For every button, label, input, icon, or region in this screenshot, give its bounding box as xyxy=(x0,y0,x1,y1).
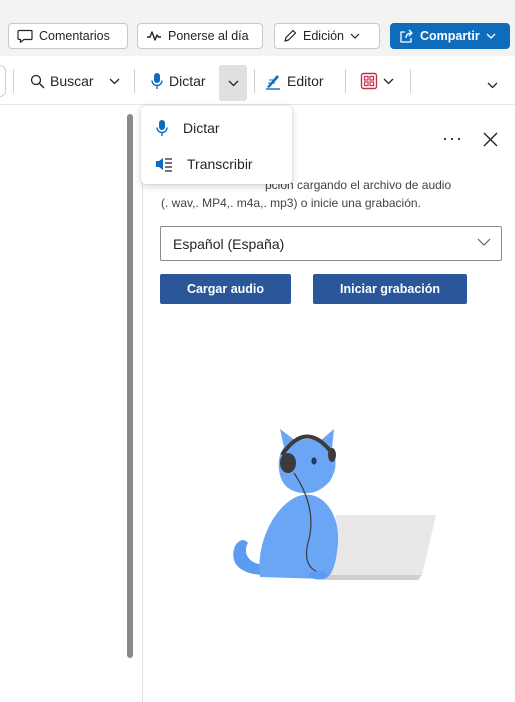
comment-icon xyxy=(17,29,33,43)
ribbon-separator xyxy=(410,69,411,93)
ribbon-separator xyxy=(345,69,346,93)
menu-item-label: Dictar xyxy=(183,120,220,136)
top-command-bar: Comentarios Ponerse al día Edición Compa… xyxy=(0,0,515,56)
editing-mode-button[interactable]: Edición xyxy=(274,23,380,49)
transcribe-icon xyxy=(156,158,172,172)
chevron-down-icon xyxy=(486,33,496,39)
microphone-icon xyxy=(156,120,168,136)
comments-button[interactable]: Comentarios xyxy=(8,23,128,49)
ribbon-separator xyxy=(134,69,135,93)
ribbon-toolbar: Buscar Dictar Editor xyxy=(0,57,515,105)
dictate-dropdown-menu: Dictar Transcribir xyxy=(141,106,292,184)
share-icon xyxy=(400,29,413,43)
close-icon xyxy=(483,132,497,146)
ribbon-separator xyxy=(254,69,255,93)
find-button[interactable]: Buscar xyxy=(30,67,94,95)
ribbon-separator xyxy=(13,69,14,93)
editor-button[interactable]: Editor xyxy=(264,67,324,95)
find-label: Buscar xyxy=(50,73,94,89)
language-select[interactable]: Español (España) xyxy=(160,226,502,261)
pane-divider xyxy=(142,106,143,702)
pencil-icon xyxy=(284,29,297,42)
dictate-button[interactable]: Dictar xyxy=(150,67,206,95)
chevron-down-icon xyxy=(383,78,394,84)
more-options-button[interactable]: ··· xyxy=(442,128,468,152)
chevron-down-icon xyxy=(477,238,491,246)
share-button[interactable]: Compartir xyxy=(390,23,510,49)
ribbon-expand-button[interactable] xyxy=(487,71,498,99)
editing-label: Edición xyxy=(303,29,344,43)
add-ins-grid-icon xyxy=(360,72,378,90)
start-recording-button[interactable]: Iniciar grabación xyxy=(313,274,467,304)
catch-up-button[interactable]: Ponerse al día xyxy=(137,23,263,49)
chevron-down-icon xyxy=(487,82,498,88)
description-line: (. wav,. MP4,. m4a,. mp3) o inicie una g… xyxy=(161,196,421,210)
share-label: Compartir xyxy=(420,29,480,43)
chevron-down-icon xyxy=(228,80,238,86)
activity-icon xyxy=(147,31,161,41)
find-dropdown-button[interactable] xyxy=(109,67,120,95)
menu-item-label: Transcribir xyxy=(187,156,253,172)
close-pane-button[interactable] xyxy=(478,127,502,151)
menu-item-dictate[interactable]: Dictar xyxy=(141,110,292,146)
document-area[interactable] xyxy=(0,106,142,702)
chevron-down-icon xyxy=(350,33,360,39)
editor-pen-icon xyxy=(266,75,280,90)
cat-headphones-illustration xyxy=(233,429,436,580)
add-ins-button[interactable] xyxy=(360,67,394,95)
catch-up-label: Ponerse al día xyxy=(168,29,249,43)
microphone-icon xyxy=(151,73,163,89)
dictate-label: Dictar xyxy=(169,73,206,89)
language-value: Español (España) xyxy=(173,235,285,252)
editor-label: Editor xyxy=(287,73,324,89)
document-scrollbar[interactable] xyxy=(127,114,133,658)
chevron-down-icon xyxy=(109,78,120,84)
search-icon xyxy=(30,74,45,88)
upload-audio-button[interactable]: Cargar audio xyxy=(160,274,291,304)
menu-item-transcribe[interactable]: Transcribir xyxy=(141,146,292,182)
comments-label: Comentarios xyxy=(39,29,110,43)
dictate-dropdown-button[interactable] xyxy=(219,65,247,101)
ribbon-collapsed-group[interactable] xyxy=(0,65,6,97)
